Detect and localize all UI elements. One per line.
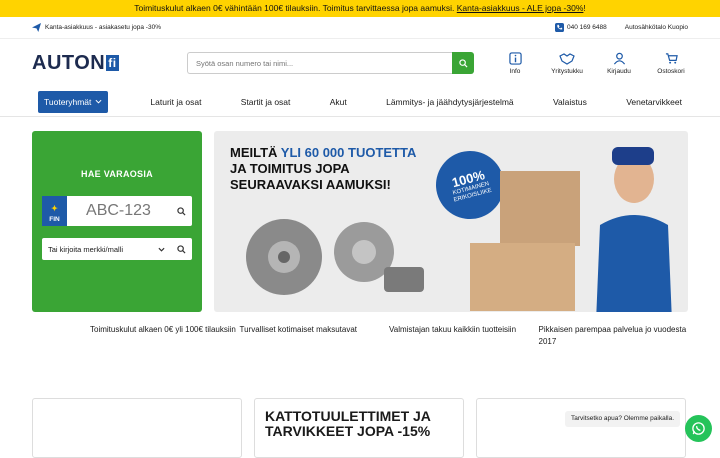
sub-header: Kanta-asiakkuus - asiakasetu jopa -30% 0… (0, 17, 720, 39)
banner-line-3: SEURAAVAKSI AAMUKSI! (230, 177, 391, 192)
wholesale-label: Yritystukku (551, 67, 583, 75)
promo-banner[interactable]: MEILTÄ YLI 60 000 TUOTETTA JA TOIMITUS J… (214, 131, 688, 312)
delivery-man-image (596, 147, 672, 312)
main-header: AUTONfi Info Yritystukku Kirjaudu Ostosk… (0, 39, 720, 87)
chat-bubble[interactable]: Tarvitsetko apua? Olemme paikalla. (565, 411, 680, 427)
announcement-tail: ! (583, 3, 586, 13)
model-select[interactable]: Tai kirjoita merkki/malli (42, 238, 192, 260)
nav-item-batteries[interactable]: Akut (330, 97, 347, 107)
plate-placeholder: ABC-123 (86, 202, 151, 219)
search-icon (176, 206, 186, 216)
feature-payment: Turvalliset kotimaiset maksutavat (239, 325, 358, 334)
parts-search-panel: HAE VARAOSIA ✦ FIN ABC-123 Tai kirjoita m… (32, 131, 202, 312)
login-label: Kirjaudu (607, 67, 631, 75)
login-link[interactable]: Kirjaudu (602, 52, 636, 75)
country-code: FIN (49, 216, 60, 223)
cart-link[interactable]: Ostoskori (654, 52, 688, 75)
search-icon[interactable] (177, 244, 186, 254)
feature-list: Toimituskulut alkaen 0€ yli 100€ tilauks… (0, 312, 720, 348)
whatsapp-icon (692, 422, 705, 435)
phone-number: 040 169 6488 (566, 24, 607, 31)
chevron-down-icon (158, 247, 165, 252)
site-logo[interactable]: AUTON fi (32, 52, 154, 75)
nav-item-chargers[interactable]: Laturit ja osat (150, 97, 201, 107)
phone-link[interactable]: 040 169 6488 (554, 23, 607, 32)
feature-service: Pikkaisen parempaa palvelua jo vuodesta … (538, 325, 687, 346)
plate-search-button[interactable] (170, 196, 192, 226)
promo-card-middle[interactable]: KATTOTUULETTIMET JA TARVIKKEET JOPA -15% (254, 398, 464, 458)
search-bar (187, 52, 474, 74)
nav-item-lighting[interactable]: Valaistus (553, 97, 587, 107)
boxes-image (470, 171, 580, 311)
handshake-icon (559, 52, 575, 65)
info-label: Info (509, 67, 521, 75)
info-link[interactable]: Info (498, 51, 532, 75)
promo-cards: KATTOTUULETTIMET JA TARVIKKEET JOPA -15% (32, 398, 686, 458)
nav-item-heating-cooling[interactable]: Lämmitys- ja jäähdytysjärjestelmä (386, 97, 514, 107)
feature-shipping: Toimituskulut alkaen 0€ yli 100€ tilauks… (90, 325, 236, 334)
loyalty-link[interactable]: Kanta-asiakkuus - ALE jopa -30% (457, 3, 584, 13)
cart-icon (665, 52, 678, 64)
search-input[interactable] (187, 52, 452, 74)
search-icon (458, 58, 468, 68)
wholesale-link[interactable]: Yritystukku (550, 52, 584, 75)
product-groups-button[interactable]: Tuoteryhmät (38, 90, 109, 113)
chevron-down-icon (95, 99, 102, 104)
eu-flag-icon: ✦ FIN (42, 196, 67, 226)
banner-line-2: JA TOIMITUS JOPA (230, 161, 350, 176)
promo-card-right[interactable] (476, 398, 686, 458)
model-select-label: Tai kirjoita merkki/malli (48, 244, 124, 254)
product-groups-label: Tuoteryhmät (44, 96, 92, 107)
nav-item-boat-supplies[interactable]: Venetarvikkeet (626, 97, 682, 107)
license-plate-input[interactable]: ✦ FIN ABC-123 (42, 196, 192, 226)
announcement-text: Toimituskulut alkaen 0€ vähintään 100€ t… (134, 3, 457, 13)
parts-search-title: HAE VARAOSIA (81, 169, 153, 179)
promo-card-title: KATTOTUULETTIMET JA TARVIKKEET JOPA -15% (265, 408, 431, 439)
banner-line-1: MEILTÄ YLI 60 000 TUOTETTA (230, 145, 417, 160)
search-button[interactable] (452, 52, 474, 74)
cart-label: Ostoskori (657, 67, 685, 75)
logo-suffix: fi (106, 55, 119, 71)
promo-text[interactable]: Kanta-asiakkuus - asiakasetu jopa -30% (45, 24, 161, 31)
hero-section: HAE VARAOSIA ✦ FIN ABC-123 Tai kirjoita m… (0, 117, 720, 312)
whatsapp-button[interactable] (685, 415, 712, 442)
feature-warranty: Valmistajan takuu kaikkiin tuotteisiin (389, 325, 517, 334)
user-icon (613, 52, 625, 64)
info-icon (508, 51, 522, 65)
phone-icon (554, 23, 564, 32)
paper-plane-icon (32, 23, 41, 32)
logo-text: AUTON (32, 51, 106, 74)
nav-item-starters[interactable]: Startit ja osat (241, 97, 291, 107)
announcement-bar: Toimituskulut alkaen 0€ vähintään 100€ t… (0, 0, 720, 17)
promo-card-left[interactable] (32, 398, 242, 458)
main-nav: Tuoteryhmät Laturit ja osat Startit ja o… (0, 87, 720, 117)
brake-parts-image (246, 219, 424, 295)
store-name[interactable]: Autosähkötalo Kuopio (625, 24, 688, 31)
